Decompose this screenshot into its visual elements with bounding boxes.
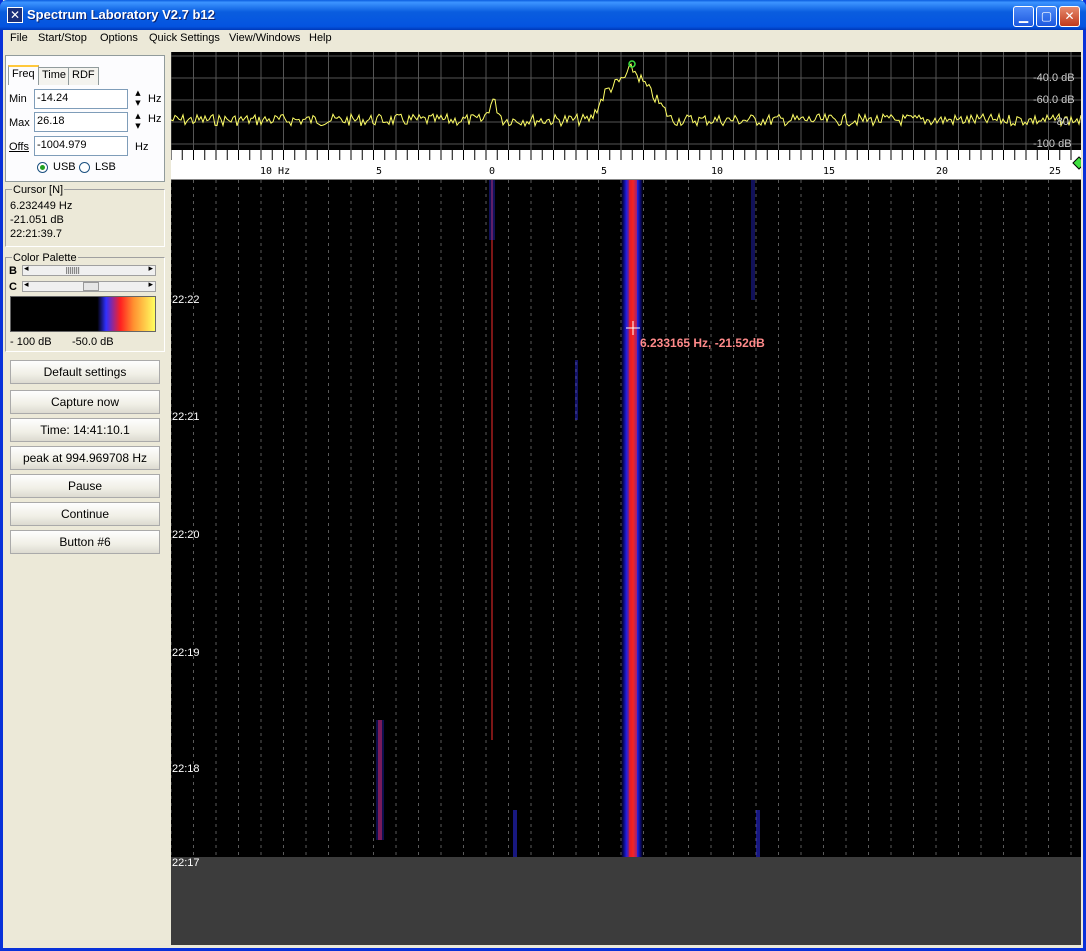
tick-label-neg5: 5 xyxy=(376,166,383,177)
menu-quick-settings[interactable]: Quick Settings xyxy=(149,32,220,44)
menu-view-windows[interactable]: View/Windows xyxy=(229,32,300,44)
max-freq-field[interactable]: 26.18 xyxy=(34,112,128,132)
color-palette-bar xyxy=(10,296,156,332)
tab-time[interactable]: Time xyxy=(38,67,71,85)
palette-mid-label: -50.0 dB xyxy=(72,336,114,348)
faint-trace-4 xyxy=(513,810,517,857)
title-bar[interactable]: ✕ Spectrum Laboratory V2.7 b12 ▁ ▢ ✕ xyxy=(0,0,1086,30)
contrast-thumb[interactable] xyxy=(83,282,99,291)
min-freq-field[interactable]: -14.24 xyxy=(34,89,128,109)
time-label-2222: 22:22 xyxy=(172,294,200,306)
menu-start-stop[interactable]: Start/Stop xyxy=(38,32,87,44)
tick-label-25: 25 xyxy=(1049,166,1062,177)
marker-diamond[interactable] xyxy=(1072,156,1081,170)
time-label-2217: 22:17 xyxy=(172,857,200,869)
tick-label-0: 0 xyxy=(489,166,496,177)
zero-hz-glow xyxy=(489,180,495,240)
max-label: Max xyxy=(9,117,30,129)
spectrum-trace xyxy=(171,62,1081,128)
palette-title: Color Palette xyxy=(12,252,78,264)
tick-label-10hz: 10 Hz xyxy=(260,166,291,177)
db-label-60: -60.0 dB xyxy=(1033,94,1075,106)
signal-core xyxy=(629,180,637,857)
menu-options[interactable]: Options xyxy=(100,32,138,44)
side-signal-blue xyxy=(376,720,384,840)
menu-file[interactable]: File xyxy=(10,32,28,44)
cursor-readout: 6.233165 Hz, -21.52dB xyxy=(640,336,765,350)
tab-rdf[interactable]: RDF xyxy=(68,67,99,85)
tick-label-5: 5 xyxy=(601,166,608,177)
tick-label-20: 20 xyxy=(936,166,949,177)
brightness-thumb[interactable] xyxy=(66,267,80,274)
min-label: Min xyxy=(9,93,27,105)
continue-button[interactable]: Continue xyxy=(10,502,160,526)
default-settings-button[interactable]: Default settings xyxy=(10,360,160,384)
contrast-slider[interactable]: ◂ ▸ xyxy=(22,280,156,292)
waterfall-empty-area xyxy=(171,857,1081,945)
window-title: Spectrum Laboratory V2.7 b12 xyxy=(27,7,215,22)
offs-label[interactable]: Offs xyxy=(9,141,29,153)
lsb-label: LSB xyxy=(95,161,116,173)
palette-min-label: - 100 dB xyxy=(10,336,52,348)
time-label-2220: 22:20 xyxy=(172,529,200,541)
brightness-label: B xyxy=(9,265,17,277)
faint-trace-3 xyxy=(575,360,578,420)
min-freq-spinner[interactable]: ▲ ▼ xyxy=(131,89,145,109)
cursor-level: -21.051 dB xyxy=(10,214,64,226)
contrast-label: C xyxy=(9,281,17,293)
spectrum-graph[interactable]: -40.0 dB -60.0 dB -80 -100 dB xyxy=(171,52,1081,150)
zero-hz-line xyxy=(491,180,493,740)
brightness-slider[interactable]: ◂ ▸ xyxy=(22,264,156,276)
tick-label-10: 10 xyxy=(711,166,724,177)
db-label-100: -100 dB xyxy=(1033,138,1072,150)
pause-button[interactable]: Pause xyxy=(10,474,160,498)
menu-bar: File Start/Stop Options Quick Settings V… xyxy=(3,30,1083,48)
time-label-2219: 22:19 xyxy=(172,647,200,659)
button-6[interactable]: Button #6 xyxy=(10,530,160,554)
time-label-2221: 22:21 xyxy=(172,411,200,423)
faint-trace-2 xyxy=(756,810,760,857)
usb-label: USB xyxy=(53,161,76,173)
tick-label-15: 15 xyxy=(823,166,836,177)
lsb-radio[interactable] xyxy=(79,162,90,173)
waterfall-svg xyxy=(171,180,1072,857)
time-label-2218: 22:18 xyxy=(172,763,200,775)
app-icon: ✕ xyxy=(7,7,23,23)
faint-trace-1 xyxy=(751,180,755,300)
time-button[interactable]: Time: 14:41:10.1 xyxy=(10,418,160,442)
tab-freq[interactable]: Freq xyxy=(8,65,39,85)
menu-help[interactable]: Help xyxy=(309,32,332,44)
waterfall-display[interactable] xyxy=(171,180,1081,857)
capture-now-button[interactable]: Capture now xyxy=(10,390,160,414)
close-button[interactable]: ✕ xyxy=(1059,6,1080,27)
frequency-axis[interactable]: 10 Hz 5 0 5 10 15 20 25 xyxy=(171,150,1081,180)
minimize-button[interactable]: ▁ xyxy=(1013,6,1034,27)
min-unit-label: Hz xyxy=(148,93,162,105)
offset-field[interactable]: -1004.979 xyxy=(34,136,128,156)
max-unit-label: Hz xyxy=(148,113,162,125)
offs-unit-label: Hz xyxy=(135,141,149,153)
max-freq-spinner[interactable]: ▲ ▼ xyxy=(131,112,145,132)
usb-radio[interactable] xyxy=(37,162,48,173)
peak-button[interactable]: peak at 994.969708 Hz xyxy=(10,446,160,470)
maximize-button[interactable]: ▢ xyxy=(1036,6,1057,27)
cursor-time: 22:21:39.7 xyxy=(10,228,62,240)
cursor-freq: 6.232449 Hz xyxy=(10,200,73,212)
db-label-40: -40.0 dB xyxy=(1033,72,1075,84)
spectrum-svg xyxy=(171,52,1081,150)
cursor-group-title: Cursor [N] xyxy=(12,184,65,196)
db-label-80: -80 xyxy=(1053,116,1069,128)
